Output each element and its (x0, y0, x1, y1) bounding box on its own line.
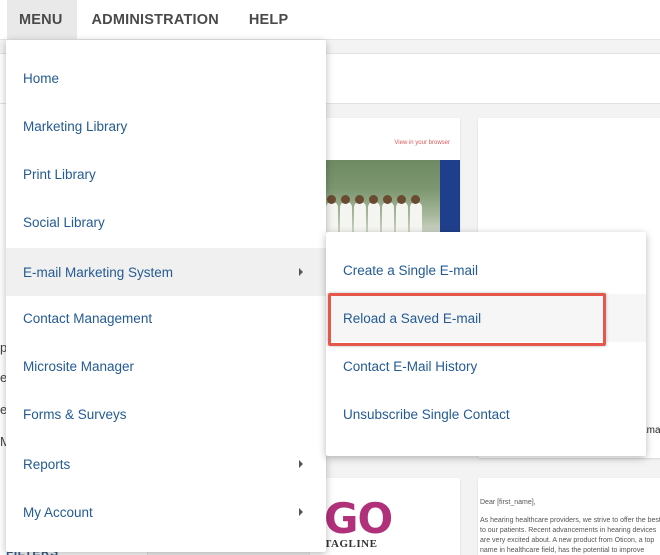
view-in-browser-link: View in your browser (394, 140, 450, 146)
main-dropdown-menu: Home Marketing Library Print Library Soc… (6, 40, 326, 552)
submenu-item-create-single-email[interactable]: Create a Single E-mail (326, 246, 646, 294)
menu-item-label: Reports (23, 456, 71, 472)
submenu-item-label: Contact E-Mail History (343, 358, 478, 374)
submenu-item-label: Create a Single E-mail (343, 262, 479, 278)
menu-item-label: E-mail Marketing System (23, 264, 174, 280)
submenu-item-contact-email-history[interactable]: Contact E-Mail History (326, 342, 646, 390)
submenu-item-reload-saved-email[interactable]: Reload a Saved E-mail (326, 294, 646, 342)
letter-template-card[interactable]: Dear [first_name], As hearing healthcare… (478, 478, 660, 555)
nav-administration-button[interactable]: ADMINISTRATION (77, 0, 234, 39)
menu-item-home[interactable]: Home (6, 54, 326, 102)
menu-item-label: My Account (23, 504, 93, 520)
chevron-right-icon (299, 460, 303, 468)
menu-item-contact-management[interactable]: Contact Management (6, 294, 326, 342)
nav-menu-button[interactable]: MENU (7, 0, 77, 39)
menu-item-marketing-library[interactable]: Marketing Library (6, 102, 326, 150)
menu-item-label: Home (23, 70, 60, 86)
logo-text: GO (324, 494, 393, 543)
menu-item-label: Forms & Surveys (23, 406, 127, 422)
submenu-item-label: Reload a Saved E-mail (343, 310, 482, 326)
menu-item-microsite-manager[interactable]: Microsite Manager (6, 342, 326, 390)
menu-item-email-marketing-system[interactable]: E-mail Marketing System (6, 248, 326, 296)
email-marketing-submenu: Create a Single E-mail Reload a Saved E-… (326, 232, 646, 456)
logo-template-card[interactable]: GO TAGLINE (310, 478, 460, 555)
submenu-item-unsubscribe-single-contact[interactable]: Unsubscribe Single Contact (326, 390, 646, 438)
menu-item-label: Contact Management (23, 310, 153, 326)
logo-tagline: TAGLINE (324, 538, 378, 550)
letter-body: As hearing healthcare providers, we stri… (480, 517, 660, 554)
menu-item-forms-surveys[interactable]: Forms & Surveys (6, 390, 326, 438)
menu-item-label: Microsite Manager (23, 358, 135, 374)
menu-item-my-account[interactable]: My Account (6, 488, 326, 536)
submenu-item-label: Unsubscribe Single Contact (343, 406, 510, 422)
menu-item-social-library[interactable]: Social Library (6, 198, 326, 246)
menu-item-label: Social Library (23, 214, 105, 230)
menu-item-label: Print Library (23, 166, 96, 182)
letter-salutation: Dear [first_name], (480, 499, 536, 506)
top-navigation-bar: MENU ADMINISTRATION HELP (0, 0, 660, 40)
menu-item-label: Marketing Library (23, 118, 128, 134)
menu-item-reports[interactable]: Reports (6, 440, 326, 488)
menu-item-print-library[interactable]: Print Library (6, 150, 326, 198)
nav-help-button[interactable]: HELP (234, 0, 303, 39)
chevron-right-icon (299, 268, 303, 276)
email-preview-header: View in your browser (310, 118, 460, 158)
chevron-right-icon (299, 508, 303, 516)
letter-preview: Dear [first_name], As hearing healthcare… (480, 498, 660, 555)
